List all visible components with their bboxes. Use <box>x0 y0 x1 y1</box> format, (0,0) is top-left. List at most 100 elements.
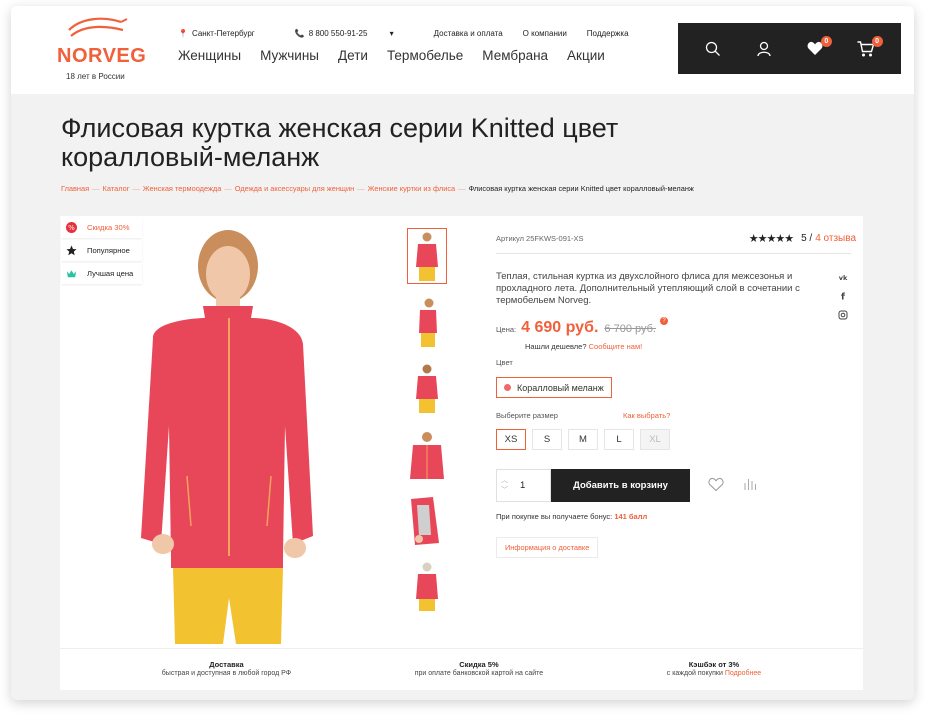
quantity-stepper[interactable]: ︿ ﹀ 1 <box>496 469 551 502</box>
search-icon <box>706 41 721 56</box>
rating: ★★★★★ 5 / 4 отзыва <box>749 232 856 245</box>
product-description: Теплая, стильная куртка из двухслойного … <box>496 271 800 306</box>
instagram-icon[interactable] <box>837 310 849 322</box>
logo[interactable]: NORVEG 18 лет в России <box>57 16 146 86</box>
add-to-cart-button[interactable]: Добавить в корзину <box>551 469 690 502</box>
thumbnail-image <box>416 232 438 281</box>
quantity-arrows: ︿ ﹀ <box>497 470 512 501</box>
breadcrumb-item[interactable]: Женская термоодежда <box>143 184 222 193</box>
menu-item-men[interactable]: Мужчины <box>260 48 319 63</box>
current-price: 4 690 руб. <box>521 319 599 336</box>
report-cheaper-link[interactable]: Сообщите нам! <box>589 342 643 351</box>
logo-mark-icon <box>68 17 128 37</box>
delivery-info-button[interactable]: Информация о доставке <box>496 537 599 558</box>
breadcrumb-current: Флисовая куртка женская серии Knitted цв… <box>468 184 694 193</box>
thumbnail[interactable] <box>407 294 447 350</box>
breadcrumb-separator: — <box>357 184 365 193</box>
size-option-s[interactable]: S <box>532 429 562 450</box>
breadcrumb-separator: — <box>458 184 466 193</box>
thumbnail[interactable] <box>407 558 447 614</box>
size-guide-link[interactable]: Как выбрать? <box>623 411 670 420</box>
svg-text:vk: vk <box>839 274 848 282</box>
site-header: NORVEG 18 лет в России 📍 Санкт-Петербург … <box>11 6 914 94</box>
facebook-icon[interactable]: f <box>837 291 849 303</box>
found-cheaper: Нашли дешевле? Сообщите нам! <box>525 342 643 351</box>
size-option-xs[interactable]: XS <box>496 429 526 450</box>
more-link[interactable]: Подробнее <box>725 670 761 677</box>
compare-button[interactable] <box>743 477 757 496</box>
thumbnail-image <box>410 432 444 479</box>
color-option[interactable]: Коралловый меланж <box>496 377 612 398</box>
breadcrumb-item[interactable]: Каталог <box>103 184 130 193</box>
breadcrumb-separator: — <box>132 184 140 193</box>
features-bar: Доставка быстрая и доступная в любой гор… <box>60 648 863 690</box>
thumbnail[interactable] <box>407 360 447 416</box>
size-options: XS S M L XL <box>496 429 676 450</box>
feature-title: Кэшбэк от 3% <box>688 660 740 669</box>
thumbnail[interactable] <box>407 492 447 548</box>
phone-icon: 📞 <box>294 29 305 38</box>
old-price: 6 700 руб. <box>604 323 656 335</box>
chevron-down-icon[interactable]: ﹀ <box>501 486 508 496</box>
top-link-delivery[interactable]: Доставка и оплата <box>434 29 503 38</box>
rating-separator: / <box>809 233 813 244</box>
price-info-icon[interactable]: ? <box>660 317 668 325</box>
menu-item-thermal[interactable]: Термобелье <box>387 48 463 63</box>
top-link-about[interactable]: О компании <box>523 29 567 38</box>
chevron-up-icon[interactable]: ︿ <box>501 476 508 486</box>
color-label: Цвет <box>496 358 513 367</box>
size-label: Выберите размер <box>496 411 558 420</box>
thumbnail[interactable] <box>407 426 447 482</box>
size-option-m[interactable]: M <box>568 429 598 450</box>
account-button[interactable] <box>753 38 775 60</box>
color-swatch <box>504 384 511 391</box>
city-selector[interactable]: 📍 Санкт-Петербург <box>178 29 275 38</box>
reviews-link[interactable]: 4 отзыва <box>815 233 856 244</box>
top-link-support[interactable]: Поддержка <box>587 29 629 38</box>
price-label: Цена: <box>496 325 517 334</box>
vk-icon[interactable]: vk <box>837 272 849 284</box>
phone-link[interactable]: 📞 8 800 550-91-25 ▾ <box>295 29 414 38</box>
phone-dropdown-caret-icon: ▾ <box>389 29 394 38</box>
favorites-button[interactable]: 0 <box>804 35 832 60</box>
rating-stars-icon: ★★★★★ <box>748 233 794 245</box>
thumbnail-image <box>416 364 438 413</box>
thumbnail-image <box>411 497 439 545</box>
main-menu: Женщины Мужчины Дети Термобелье Мембрана… <box>178 48 624 63</box>
feature-delivery: Доставка быстрая и доступная в любой гор… <box>162 649 291 690</box>
search-button[interactable] <box>702 38 724 60</box>
breadcrumb: Главная — Каталог — Женская термоодежда — Одеж… <box>61 184 694 193</box>
label-popular: Популярное <box>61 240 142 261</box>
product-thumbnails <box>407 228 449 624</box>
crown-icon <box>66 268 77 279</box>
feature-text: с каждой покупки <box>666 670 723 677</box>
bonus-value: 141 балл <box>614 512 648 521</box>
quantity-value: 1 <box>520 480 526 491</box>
menu-item-kids[interactable]: Дети <box>338 48 368 63</box>
menu-item-women[interactable]: Женщины <box>178 48 241 63</box>
menu-item-membrane[interactable]: Мембрана <box>482 48 548 63</box>
breadcrumb-item[interactable]: Женские куртки из флиса <box>368 184 456 193</box>
feature-title: Скидка 5% <box>459 660 499 669</box>
divider <box>496 253 851 254</box>
product-title: Флисовая куртка женская серии Knitted цв… <box>61 113 619 172</box>
breadcrumb-item[interactable]: Главная <box>61 184 89 193</box>
thumbnail[interactable] <box>407 228 447 284</box>
compare-icon <box>744 479 756 490</box>
location-pin-icon: 📍 <box>178 29 188 38</box>
thumbnail-image <box>419 298 437 347</box>
cart-button[interactable]: 0 <box>855 35 883 60</box>
favorites-count-badge: 0 <box>820 35 832 47</box>
label-discount: % Скидка 30% <box>61 217 142 238</box>
product-main-image[interactable] <box>133 226 318 644</box>
breadcrumb-separator: — <box>224 184 232 193</box>
feature-title: Доставка <box>209 660 244 669</box>
logo-subtitle: 18 лет в России <box>66 72 125 81</box>
product-sku: Артикул 25FKWS-091-XS <box>496 234 584 243</box>
add-to-favorites-button[interactable] <box>708 477 724 497</box>
menu-item-sales[interactable]: Акции <box>567 48 605 63</box>
breadcrumb-item[interactable]: Одежда и аксессуары для женщин <box>235 184 354 193</box>
product-labels: % Скидка 30% Популярное Лучшая цена <box>61 217 142 286</box>
user-icon <box>757 41 771 56</box>
size-option-l[interactable]: L <box>604 429 634 450</box>
